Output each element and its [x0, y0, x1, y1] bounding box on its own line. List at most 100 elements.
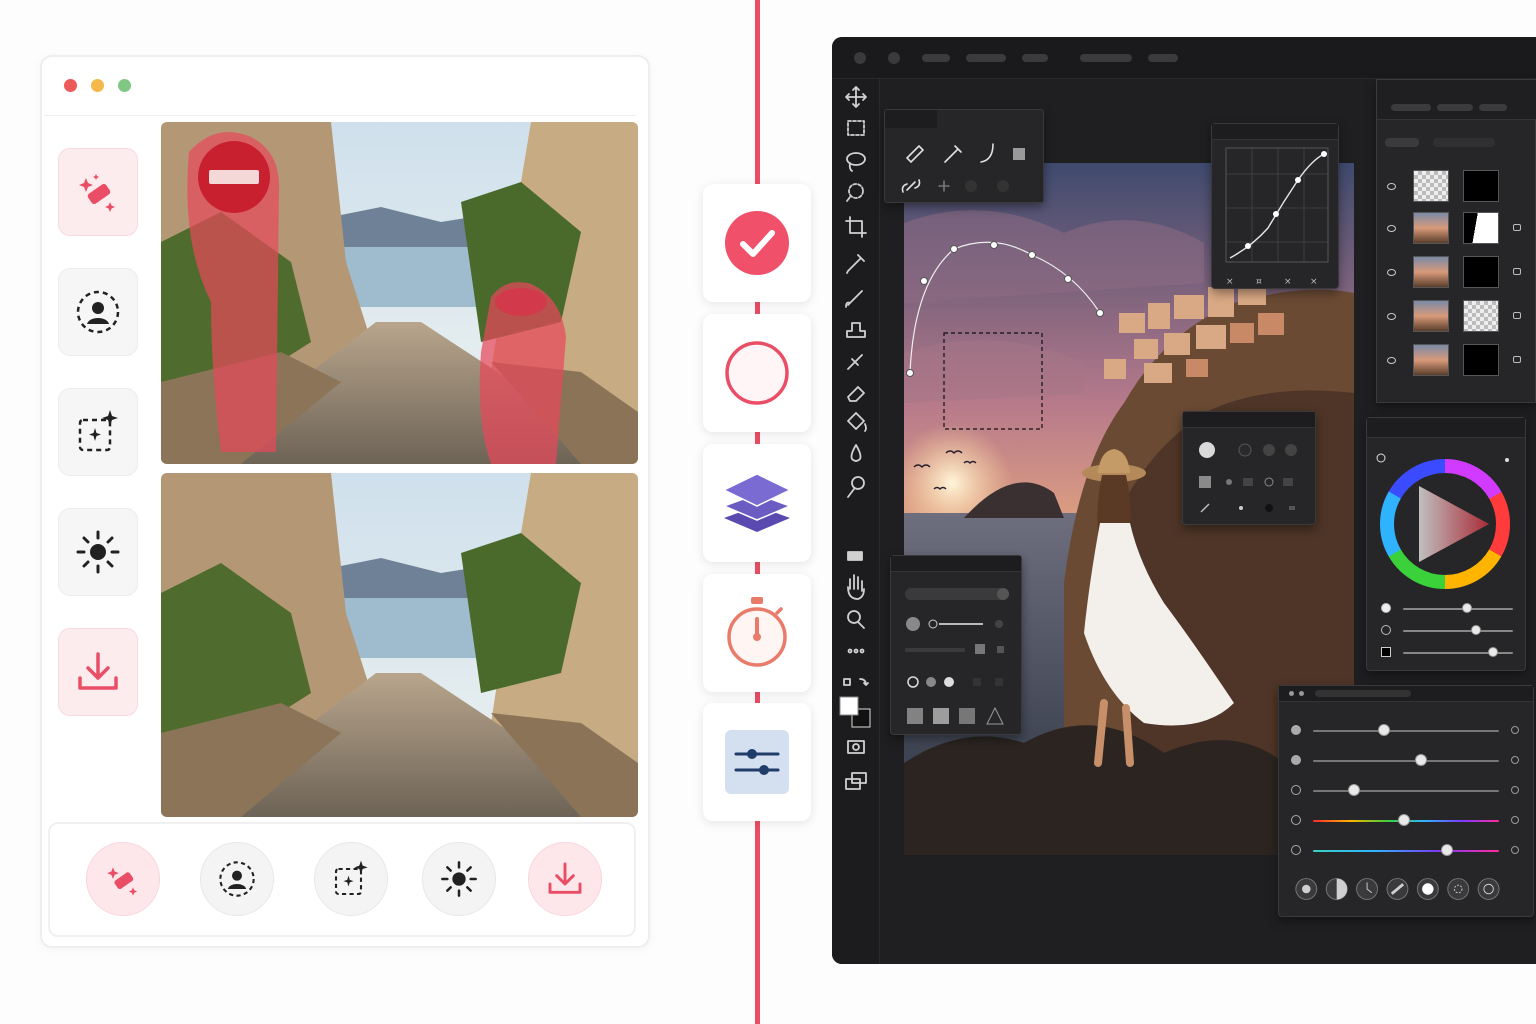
brush-preset[interactable] [965, 180, 977, 192]
check-card[interactable] [703, 184, 811, 302]
link-icon[interactable] [901, 179, 921, 193]
person-select-button[interactable] [58, 268, 138, 356]
layer-row[interactable] [1377, 210, 1536, 250]
visibility-eye-icon[interactable] [1387, 313, 1396, 320]
color-slider-handle[interactable] [1461, 603, 1472, 613]
plus-icon[interactable] [938, 180, 950, 192]
brush-icon[interactable] [845, 290, 863, 308]
bottom-magic-eraser-button[interactable] [86, 842, 160, 916]
lock-icon[interactable] [1513, 356, 1521, 363]
magic-eraser-button[interactable] [58, 148, 138, 236]
panel-collapse-dot[interactable] [1299, 691, 1304, 696]
quick-mask-icon[interactable] [847, 740, 865, 754]
layer-row[interactable] [1377, 168, 1536, 208]
eraser-icon[interactable] [847, 386, 865, 402]
before-photo[interactable] [161, 122, 638, 464]
bottom-ai-select-button[interactable] [314, 842, 388, 916]
adjust-slider-track[interactable] [1313, 730, 1499, 732]
bottom-person-select-button[interactable] [200, 842, 274, 916]
lock-icon[interactable] [1513, 224, 1521, 231]
adjust-slider-handle[interactable] [1398, 814, 1411, 826]
after-photo[interactable] [161, 473, 638, 817]
adjust-slider-handle[interactable] [1377, 724, 1390, 736]
eyedropper-icon[interactable] [846, 254, 865, 274]
opacity-field[interactable] [1433, 138, 1495, 147]
adjust-slider-handle[interactable] [1347, 784, 1360, 796]
healing-icon[interactable] [847, 354, 863, 370]
layers-tab[interactable] [1391, 104, 1431, 111]
adjust-slider-track[interactable] [1313, 790, 1499, 792]
rectangle-icon[interactable] [847, 551, 863, 561]
adjust-slider-reset[interactable] [1511, 756, 1519, 764]
adjust-slider-handle[interactable] [1414, 754, 1427, 766]
move-icon[interactable] [845, 86, 867, 108]
adjust-slider-reset[interactable] [1511, 846, 1519, 854]
brush-preset[interactable] [997, 180, 1009, 192]
adjust-slider-reset[interactable] [1511, 816, 1519, 824]
brightness-button[interactable] [58, 508, 138, 596]
visibility-eye-icon[interactable] [1387, 183, 1396, 190]
adjust-slider-reset[interactable] [1511, 726, 1519, 734]
lasso-icon[interactable] [846, 152, 866, 172]
close-window-button[interactable] [64, 79, 77, 92]
bottom-download-button[interactable] [528, 842, 602, 916]
zoom-icon[interactable] [847, 610, 865, 629]
brush-presets-grid[interactable] [1183, 412, 1317, 526]
layers-card[interactable] [703, 444, 811, 562]
lock-icon[interactable] [1513, 312, 1521, 319]
foreground-color-icon[interactable] [839, 696, 871, 728]
maximize-window-button[interactable] [118, 79, 131, 92]
layer-row[interactable] [1377, 298, 1536, 338]
stamp-icon[interactable] [846, 322, 866, 338]
panel-close-dot[interactable] [1289, 691, 1294, 696]
menu-item[interactable] [1148, 54, 1178, 62]
layer-row[interactable] [1377, 342, 1536, 382]
texture-swatch[interactable] [1013, 148, 1025, 160]
color-slider-track[interactable] [1403, 608, 1513, 610]
download-button[interactable] [58, 628, 138, 716]
adjust-slider-track[interactable] [1313, 760, 1499, 762]
more-icon[interactable] [847, 648, 865, 654]
color-slider-track[interactable] [1403, 630, 1513, 632]
blend-mode-select[interactable] [1385, 138, 1419, 147]
curve-icon[interactable] [980, 143, 994, 163]
visibility-eye-icon[interactable] [1387, 357, 1396, 364]
adjust-slider-handle[interactable] [1440, 844, 1453, 856]
marquee-icon[interactable] [847, 120, 865, 136]
layer-adjust-controls[interactable] [891, 556, 1023, 736]
menu-item[interactable] [922, 54, 950, 62]
color-slider-handle[interactable] [1470, 625, 1481, 635]
swap-colors-icon[interactable] [843, 678, 869, 686]
visibility-eye-icon[interactable] [1387, 269, 1396, 276]
menu-item[interactable] [966, 54, 1006, 62]
pen-icon[interactable] [905, 144, 925, 164]
editor-window-dot[interactable] [888, 52, 900, 64]
dropper-icon[interactable] [944, 145, 962, 163]
minimize-window-button[interactable] [91, 79, 104, 92]
timer-card[interactable] [703, 574, 811, 692]
editor-window-dot[interactable] [854, 52, 866, 64]
adjust-preset-icons[interactable] [1293, 874, 1519, 904]
blur-icon[interactable] [850, 444, 862, 462]
menu-item[interactable] [1080, 54, 1132, 62]
sliders-card[interactable] [703, 703, 811, 821]
crop-icon[interactable] [845, 216, 867, 238]
quick-select-icon[interactable] [846, 183, 864, 202]
ai-select-button[interactable] [58, 388, 138, 476]
lock-icon[interactable] [1513, 268, 1521, 275]
adjust-slider-reset[interactable] [1511, 786, 1519, 794]
bottom-brightness-button[interactable] [422, 842, 496, 916]
paths-tab[interactable] [1479, 104, 1507, 111]
dodge-icon[interactable] [847, 476, 865, 498]
layer-row[interactable] [1377, 254, 1536, 294]
adjust-slider-track[interactable] [1313, 850, 1499, 852]
empty-circle-card[interactable] [703, 314, 811, 432]
color-wheel[interactable] [1367, 418, 1527, 672]
channels-tab[interactable] [1437, 104, 1473, 111]
hand-icon[interactable] [847, 574, 865, 600]
visibility-eye-icon[interactable] [1387, 225, 1396, 232]
screen-mode-icon[interactable] [845, 772, 867, 790]
fill-icon[interactable] [847, 412, 867, 432]
curves-graph[interactable]: × ¤ × × [1212, 124, 1340, 290]
menu-item[interactable] [1022, 54, 1048, 62]
